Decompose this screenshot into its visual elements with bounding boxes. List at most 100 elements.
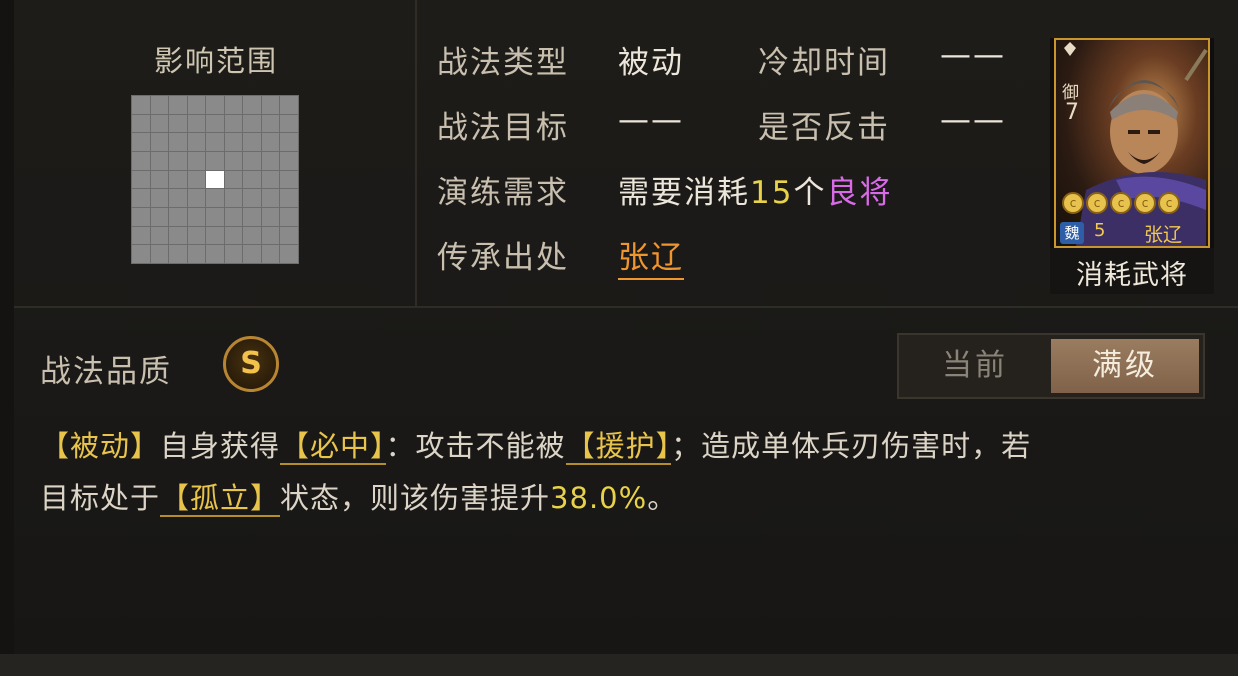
range-cell: [280, 133, 298, 151]
cooldown-value: ——: [940, 37, 1006, 73]
source-value: 张辽: [618, 232, 684, 280]
desc-text: 。: [647, 481, 678, 515]
star-row: c c c c c: [1062, 192, 1180, 214]
tab-max-level[interactable]: 满级: [1051, 339, 1199, 393]
range-cell: [187, 207, 206, 226]
range-cell: [243, 151, 261, 170]
range-cell: [150, 226, 169, 245]
keyword-assist[interactable]: 【援护】: [565, 429, 672, 465]
drill-prefix: 需要消耗: [618, 175, 750, 211]
bottom-bar: [0, 654, 1238, 676]
range-cell: [150, 189, 169, 207]
range-cell: [224, 245, 243, 263]
range-cell: [132, 170, 150, 189]
keyword-isolated[interactable]: 【孤立】: [160, 481, 281, 517]
consume-general-label: 消耗武将: [1076, 260, 1188, 291]
range-cell-self: [206, 170, 224, 189]
range-cell: [187, 114, 206, 133]
keyword-passive: 【被动】: [40, 429, 161, 463]
desc-text: 自身获得: [160, 429, 281, 463]
range-cell: [280, 189, 298, 207]
left-frame: [0, 0, 14, 676]
tactic-target-label: 战法目标: [437, 110, 569, 146]
rank-number: 7: [1065, 100, 1079, 125]
range-cell: [169, 245, 187, 263]
range-cell: [169, 114, 187, 133]
range-cell: [243, 207, 261, 226]
range-cell: [243, 133, 261, 151]
range-cell: [224, 207, 243, 226]
range-cell: [132, 226, 150, 245]
range-cell: [150, 133, 169, 151]
range-cell: [243, 170, 261, 189]
range-cell: [169, 170, 187, 189]
range-cell: [169, 207, 187, 226]
range-cell: [280, 226, 298, 245]
range-cell: [150, 170, 169, 189]
cooldown-label: 冷却时间: [758, 45, 890, 81]
drill-requirement-label: 演练需求: [437, 175, 569, 211]
range-cell: [224, 151, 243, 170]
range-cell: [169, 189, 187, 207]
horizontal-divider: [14, 306, 1238, 308]
range-cell: [206, 114, 224, 133]
range-cell: [224, 189, 243, 207]
general-name: 张辽: [1144, 224, 1183, 246]
range-cell: [206, 96, 224, 114]
range-cell: [243, 114, 261, 133]
faction-badge: 魏: [1060, 222, 1084, 244]
keyword-sure-hit[interactable]: 【必中】: [280, 429, 386, 465]
range-cell: [261, 226, 280, 245]
range-cell: [206, 189, 224, 207]
range-cell: [132, 245, 150, 263]
drill-count: 15: [750, 175, 794, 211]
range-cell: [187, 133, 206, 151]
range-cell: [187, 170, 206, 189]
tab-current-level[interactable]: 当前: [899, 335, 1051, 397]
range-cell: [224, 170, 243, 189]
range-cell: [261, 170, 280, 189]
range-cell: [169, 151, 187, 170]
tactic-type-value: 被动: [618, 45, 684, 81]
star-icon: c: [1062, 192, 1084, 214]
range-cell: [187, 189, 206, 207]
spade-icon: [1064, 42, 1076, 56]
range-cell: [187, 245, 206, 263]
range-cell: [243, 226, 261, 245]
range-cell: [150, 96, 169, 114]
drill-item-link[interactable]: 良将: [826, 175, 892, 211]
range-cell: [150, 245, 169, 263]
range-cell: [150, 114, 169, 133]
range-cell: [206, 151, 224, 170]
range-cell: [169, 96, 187, 114]
range-cell: [132, 114, 150, 133]
damage-increase-percent: 38.0%: [550, 481, 648, 515]
range-cell: [150, 207, 169, 226]
tactic-target-value: ——: [618, 102, 684, 138]
range-grid: [131, 95, 299, 264]
range-cell: [261, 207, 280, 226]
range-title: 影响范围: [153, 44, 278, 78]
star-icon: c: [1158, 192, 1180, 214]
range-cell: [169, 133, 187, 151]
range-cell: [132, 133, 150, 151]
range-cell: [280, 151, 298, 170]
star-icon: c: [1134, 192, 1156, 214]
general-portrait-art: [1064, 42, 1208, 246]
source-general-link[interactable]: 张辽: [618, 240, 684, 280]
desc-text: 目标处于: [40, 481, 161, 515]
range-cell: [280, 245, 298, 263]
range-cell: [187, 226, 206, 245]
desc-text: 状态，则该伤害提升: [280, 481, 551, 515]
star-icon: c: [1086, 192, 1108, 214]
range-cell: [224, 96, 243, 114]
level-toggle: 当前 满级: [897, 333, 1205, 399]
desc-text: ；造成单体兵刃伤害时，若: [671, 429, 1032, 463]
general-card[interactable]: 御 7 c c c c c 魏 5 张辽 消耗武将: [1050, 38, 1214, 294]
range-cell: [224, 133, 243, 151]
range-cell: [206, 207, 224, 226]
range-cell: [132, 96, 150, 114]
range-cell: [206, 133, 224, 151]
range-cell: [132, 207, 150, 226]
counter-attack-value: ——: [940, 102, 1006, 138]
